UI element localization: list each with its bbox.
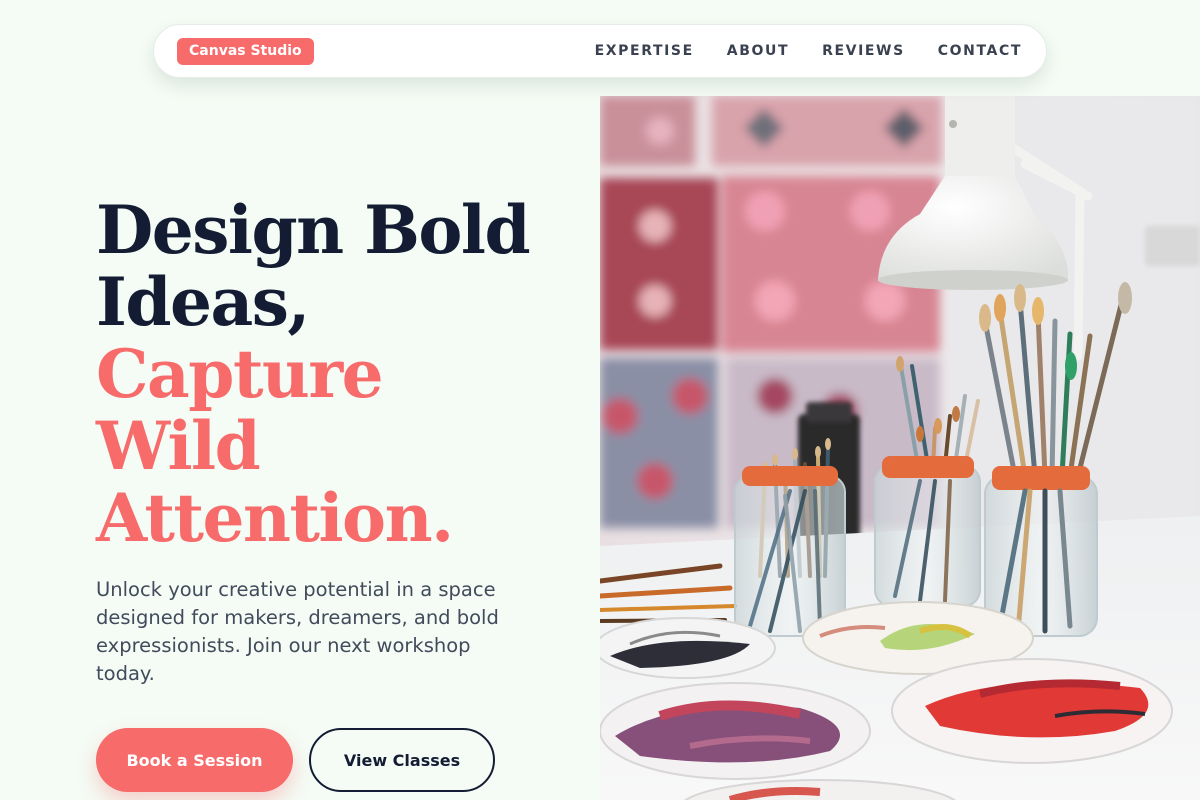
nav-link-expertise[interactable]: EXPERTISE bbox=[595, 43, 694, 59]
headline-line-4: Wild bbox=[96, 407, 261, 485]
hero-description: Unlock your creative potential in a spac… bbox=[96, 578, 499, 685]
brand-logo[interactable]: Canvas Studio bbox=[177, 38, 314, 65]
hero-studio-photo bbox=[600, 96, 1200, 800]
view-classes-button[interactable]: View Classes bbox=[309, 728, 495, 792]
headline-line-2: Ideas, bbox=[96, 263, 310, 341]
hero-headline: Design Bold Ideas, Capture Wild Attentio… bbox=[96, 191, 531, 557]
book-session-button[interactable]: Book a Session bbox=[96, 728, 293, 792]
nav-link-about[interactable]: ABOUT bbox=[727, 43, 789, 59]
nav-link-contact[interactable]: CONTACT bbox=[938, 43, 1022, 59]
headline-line-1: Design Bold bbox=[96, 191, 531, 269]
nav-links: EXPERTISE ABOUT REVIEWS CONTACT bbox=[595, 25, 1022, 77]
top-navbar: Canvas Studio EXPERTISE ABOUT REVIEWS CO… bbox=[153, 24, 1047, 78]
headline-line-5: Attention. bbox=[96, 479, 454, 557]
headline-line-3: Capture bbox=[96, 335, 384, 413]
nav-link-reviews[interactable]: REVIEWS bbox=[822, 43, 905, 59]
